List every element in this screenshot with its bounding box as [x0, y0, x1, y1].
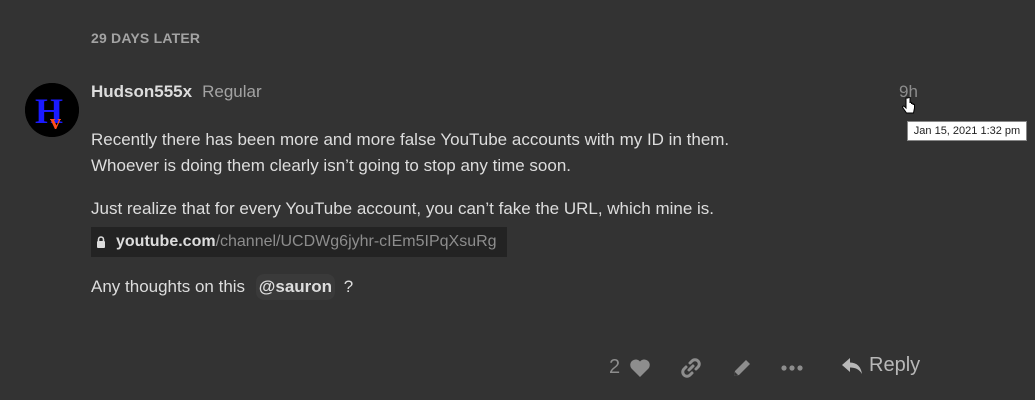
avatar-image: H v [25, 83, 79, 137]
post-paragraph: Whoever is doing them clearly isn’t goin… [91, 156, 572, 175]
more-icon[interactable] [781, 364, 803, 372]
username-link[interactable]: Hudson555x [91, 82, 192, 102]
post-paragraph: Any thoughts on this @sauron ? [91, 274, 353, 300]
link-domain: youtube.com [116, 233, 216, 250]
reply-label: Reply [869, 354, 921, 376]
post-meta: Hudson555x Regular [91, 82, 262, 102]
time-gap-label: 29 DAYS LATER [91, 30, 201, 46]
user-mention[interactable]: @sauron [255, 274, 336, 300]
post-paragraph: Just realize that for every YouTube acco… [91, 199, 715, 218]
post-stream: 29 DAYS LATER H v Hudson555x Regular 9h … [0, 0, 1035, 400]
link-path: /channel/UCDWg6jyhr-cIEm5IPqXsuRg [215, 233, 497, 250]
inline-link-onebox[interactable]: youtube.com/channel/UCDWg6jyhr-cIEm5IPqX… [91, 227, 507, 257]
post-paragraph: Recently there has been more and more fa… [91, 130, 730, 149]
svg-text:v: v [50, 109, 61, 134]
reply-icon [842, 357, 862, 374]
avatar[interactable]: H v [25, 83, 79, 137]
user-title: Regular [202, 82, 262, 101]
link-icon[interactable] [680, 357, 702, 379]
pencil-icon[interactable] [731, 357, 753, 379]
reply-button[interactable]: Reply [841, 354, 920, 377]
question-text: Any thoughts on this [91, 277, 246, 296]
post-body: Recently there has been more and more fa… [91, 127, 851, 179]
hand-cursor-icon [902, 97, 915, 114]
question-mark: ? [343, 277, 354, 296]
heart-icon[interactable] [629, 358, 651, 378]
like-count[interactable]: 2 [609, 356, 620, 379]
date-tooltip: Jan 15, 2021 1:32 pm [907, 121, 1027, 141]
lock-icon [96, 236, 106, 248]
